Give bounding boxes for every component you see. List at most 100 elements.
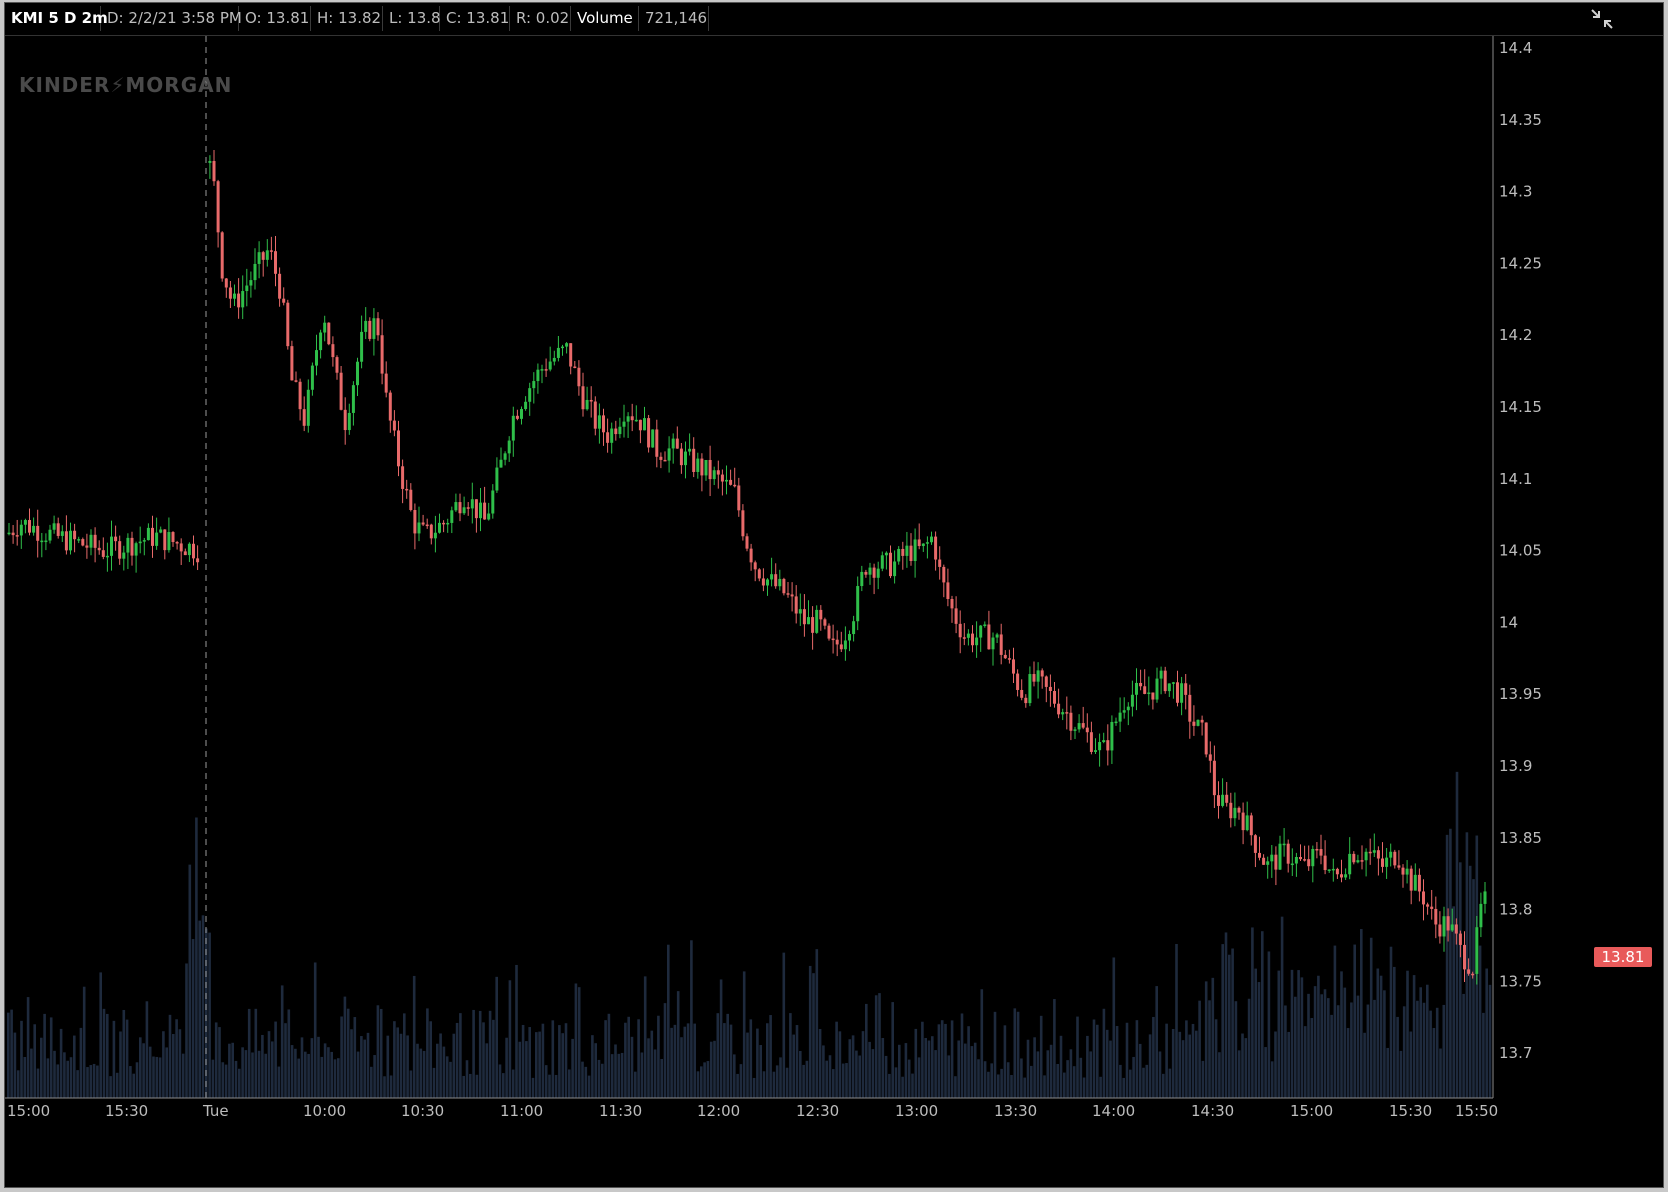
candle — [249, 271, 253, 298]
volume-bar — [1039, 1015, 1043, 1098]
candle — [1286, 839, 1290, 873]
volume-bar — [300, 1037, 304, 1098]
price-chart[interactable]: 14.4 14.35 14.3 14.25 14.2 14.15 14.1 14.05 14 13… — [5, 36, 1663, 1188]
volume-bar — [63, 1052, 66, 1098]
volume-bar — [785, 1067, 789, 1098]
volume-bar — [690, 940, 693, 1098]
volume-bar — [1274, 1031, 1277, 1098]
candle — [872, 563, 876, 595]
volume-bar — [630, 1036, 634, 1098]
volume-bar — [650, 1030, 654, 1098]
candle — [69, 522, 72, 555]
candle — [1319, 834, 1323, 865]
candle — [647, 414, 651, 453]
candle — [470, 482, 474, 524]
volume-bar — [1336, 1005, 1340, 1098]
candle — [733, 467, 737, 488]
volume-bar — [1373, 999, 1376, 1098]
volume-bar — [558, 1025, 561, 1098]
volume-bar — [99, 972, 102, 1098]
volume-bar — [1478, 945, 1482, 1098]
volume-bar — [1208, 1000, 1211, 1098]
candle — [417, 506, 421, 542]
candle — [487, 502, 491, 521]
volume-bar — [366, 1032, 370, 1098]
candle — [298, 378, 302, 421]
volume-bar — [1142, 1067, 1145, 1098]
candle — [946, 568, 950, 607]
price-axis: 14.4 14.35 14.3 14.25 14.2 14.15 14.1 14.05 14 13… — [1499, 39, 1542, 1062]
volume-bar — [294, 1048, 297, 1098]
candle — [770, 557, 774, 587]
candle — [520, 406, 523, 425]
volume-bar — [33, 1024, 36, 1098]
candle — [360, 315, 364, 369]
volume-bar — [713, 1040, 716, 1098]
volume-bar — [957, 1040, 960, 1098]
candle — [1212, 745, 1216, 809]
candle — [511, 406, 515, 457]
volume-bar — [274, 1021, 277, 1098]
time-tick-label: 12:00 — [697, 1102, 740, 1120]
volume-bar — [904, 1043, 908, 1098]
volume-bar — [1125, 1022, 1129, 1098]
candle — [187, 542, 191, 563]
volume-bar — [175, 1019, 178, 1098]
volume-bar — [472, 1009, 475, 1098]
volume-bar — [1033, 1037, 1036, 1098]
volume-bar — [940, 1020, 944, 1098]
zoom-reset-icon[interactable] — [1589, 7, 1615, 31]
volume-bar — [848, 1039, 852, 1098]
volume-bar — [1086, 1035, 1089, 1098]
candle — [1278, 835, 1282, 870]
time-tick-label: 12:30 — [796, 1102, 839, 1120]
candle — [827, 623, 831, 641]
volume-bar — [1221, 944, 1224, 1098]
volume-bar — [56, 1064, 60, 1098]
volume-bar — [614, 1044, 617, 1098]
volume-bar — [139, 1037, 142, 1098]
candle — [778, 569, 782, 591]
volume-bar — [637, 1019, 640, 1098]
volume-bar — [1488, 984, 1492, 1098]
candle — [64, 515, 68, 555]
volume-bar — [208, 932, 211, 1098]
candle — [643, 406, 646, 431]
volume-bar — [399, 1033, 403, 1098]
volume-bar — [544, 1065, 548, 1098]
volume-bar — [198, 920, 201, 1098]
volume-bar — [967, 1026, 970, 1098]
volume-bar — [808, 965, 812, 1098]
volume-bar — [69, 1057, 73, 1098]
candle — [1192, 705, 1196, 736]
volume-bar — [445, 1056, 449, 1098]
candle — [1180, 676, 1184, 716]
volume-bar — [1416, 1000, 1419, 1098]
candle — [368, 317, 372, 342]
volume-bar — [541, 1023, 545, 1098]
volume-bar — [26, 997, 30, 1098]
volume-bar — [1422, 1002, 1426, 1098]
volume-bar — [914, 1028, 918, 1098]
candle — [462, 496, 466, 515]
volume-bar — [452, 1033, 456, 1098]
candle — [433, 515, 437, 553]
time-tick-label: 10:30 — [401, 1102, 444, 1120]
candle — [655, 419, 659, 468]
volume-bar — [716, 1013, 720, 1098]
symbol-label[interactable]: KMI 5 D 2m — [5, 6, 108, 31]
volume-bar — [251, 1052, 254, 1098]
candle — [151, 515, 154, 558]
volume-bar — [148, 1046, 152, 1098]
volume-bar — [82, 986, 86, 1098]
candle — [438, 513, 441, 534]
candle — [306, 379, 310, 433]
volume-bar — [980, 989, 984, 1098]
candle — [901, 541, 905, 570]
candle — [839, 631, 843, 653]
volume-bar — [703, 1062, 706, 1098]
price-tick-label: 13.95 — [1499, 685, 1542, 703]
volume-bar — [888, 1073, 891, 1098]
volume-bar — [531, 1077, 535, 1098]
candle — [618, 417, 622, 439]
